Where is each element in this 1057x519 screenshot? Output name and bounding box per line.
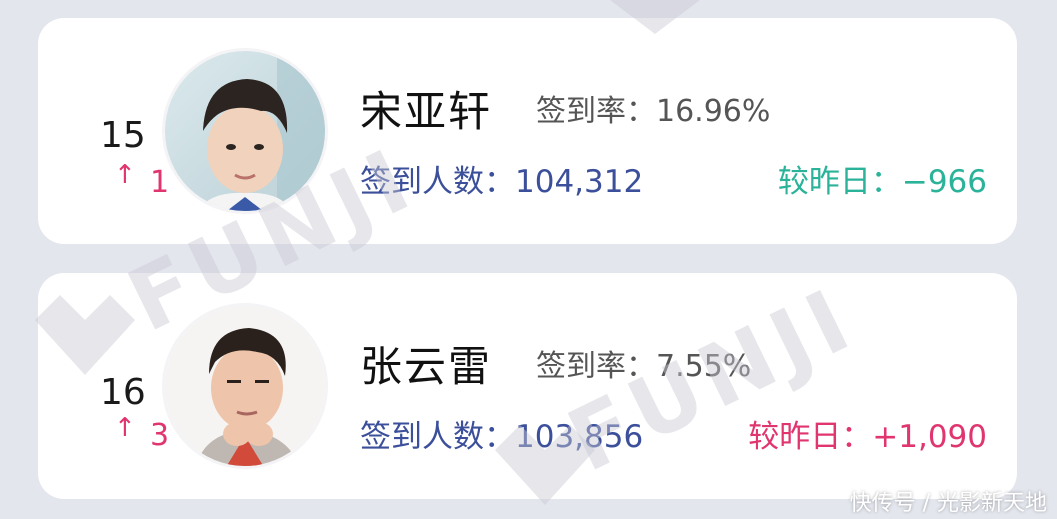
rank-value: 16 [100, 372, 146, 413]
checkin-count: 签到人数：104,312 [360, 156, 643, 201]
rank-change-value: 3 [150, 418, 170, 453]
checkin-count: 签到人数：103,856 [360, 411, 643, 456]
ranking-card-1[interactable]: 15 ↑ 1 宋亚轩 签到率：16.96% 签到人数：104,312 较昨日：−… [38, 18, 1017, 244]
avatar[interactable] [162, 48, 328, 214]
daily-diff: 较昨日：+1,090 [748, 411, 987, 456]
checkin-count-value: 104,312 [515, 164, 644, 200]
daily-diff: 较昨日：−966 [778, 156, 987, 201]
daily-diff-value: +1,090 [872, 419, 987, 455]
avatar[interactable] [162, 303, 328, 469]
rank-value: 15 [100, 115, 146, 156]
ranking-card-2[interactable]: 16 ↑ 3 张云雷 签到率：7.55% 签到人数：103,856 较昨日：+1… [38, 273, 1017, 499]
avatar-photo [165, 51, 325, 211]
member-name: 张云雷 [360, 342, 493, 391]
checkin-rate: 签到率：16.96% [536, 86, 770, 130]
avatar-photo [165, 306, 325, 466]
member-name: 宋亚轩 [360, 87, 493, 136]
rank-number: 15 [100, 118, 160, 154]
checkin-rate-label: 签到率： [536, 94, 656, 129]
daily-diff-label: 较昨日： [777, 164, 902, 200]
checkin-rate-value: 16.96% [656, 94, 771, 129]
daily-diff-value: −966 [901, 164, 987, 200]
rank-number: 16 [100, 375, 160, 411]
checkin-count-label: 签到人数： [360, 164, 515, 200]
checkin-rate-value: 7.55% [656, 349, 752, 384]
up-arrow-icon: ↑ [114, 413, 136, 443]
checkin-rate: 签到率：7.55% [536, 341, 751, 385]
source-watermark: 快传号 / 光影新天地 [849, 491, 1047, 516]
checkin-count-value: 103,856 [515, 419, 644, 455]
checkin-count-label: 签到人数： [360, 419, 515, 455]
up-arrow-icon: ↑ [114, 160, 136, 190]
rank-change-value: 1 [150, 165, 170, 200]
checkin-rate-label: 签到率： [536, 349, 656, 384]
daily-diff-label: 较昨日： [748, 419, 873, 455]
